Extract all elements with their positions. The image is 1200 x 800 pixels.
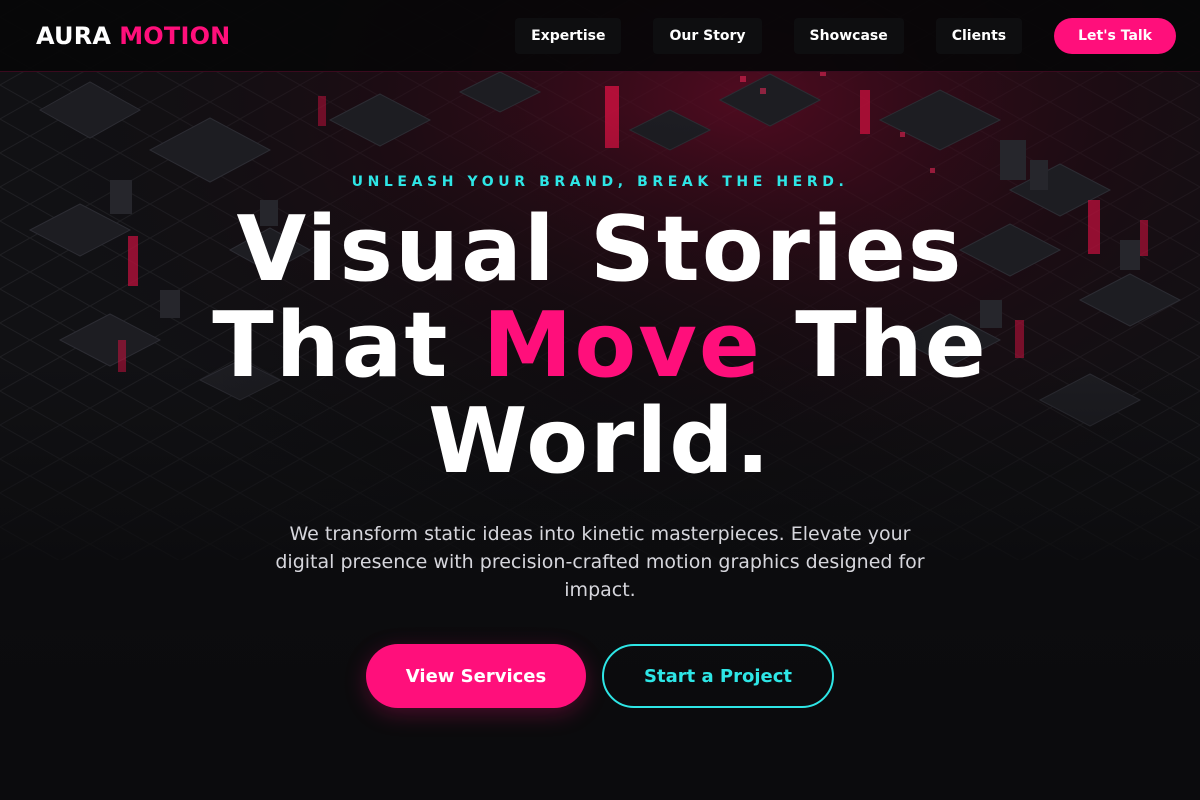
brand-logo-word-2: MOTION	[119, 21, 231, 50]
nav-item-showcase[interactable]: Showcase	[793, 17, 904, 54]
headline-line-2-start: That	[212, 293, 483, 398]
nav-item-clients[interactable]: Clients	[935, 17, 1023, 54]
lets-talk-button[interactable]: Let's Talk	[1054, 17, 1176, 54]
nav-item-expertise[interactable]: Expertise	[515, 17, 622, 54]
hero-section: UNLEASH YOUR BRAND, BREAK THE HERD. Visu…	[0, 72, 1200, 800]
hero-cta-row: View Services Start a Project	[0, 644, 1200, 708]
site-header: AURA MOTION Expertise Our Story Showcase…	[0, 0, 1200, 72]
brand-logo[interactable]: AURA MOTION	[36, 22, 230, 50]
hero-eyebrow: UNLEASH YOUR BRAND, BREAK THE HERD.	[351, 174, 849, 190]
hero-headline: Visual Stories That Move The World.	[0, 202, 1200, 490]
brand-logo-word-1: AURA	[36, 21, 112, 50]
headline-line-3: World.	[428, 389, 772, 494]
landing-page: AURA MOTION Expertise Our Story Showcase…	[0, 0, 1200, 800]
start-project-button[interactable]: Start a Project	[602, 644, 834, 708]
headline-accent-word: Move	[482, 293, 762, 398]
headline-line-2-end: The	[761, 293, 988, 398]
nav-item-our-story[interactable]: Our Story	[653, 17, 762, 54]
view-services-button[interactable]: View Services	[366, 644, 586, 708]
headline-line-1: Visual Stories	[236, 197, 964, 302]
main-nav: Expertise Our Story Showcase Clients Let…	[515, 17, 1176, 54]
hero-description: We transform static ideas into kinetic m…	[275, 523, 925, 601]
